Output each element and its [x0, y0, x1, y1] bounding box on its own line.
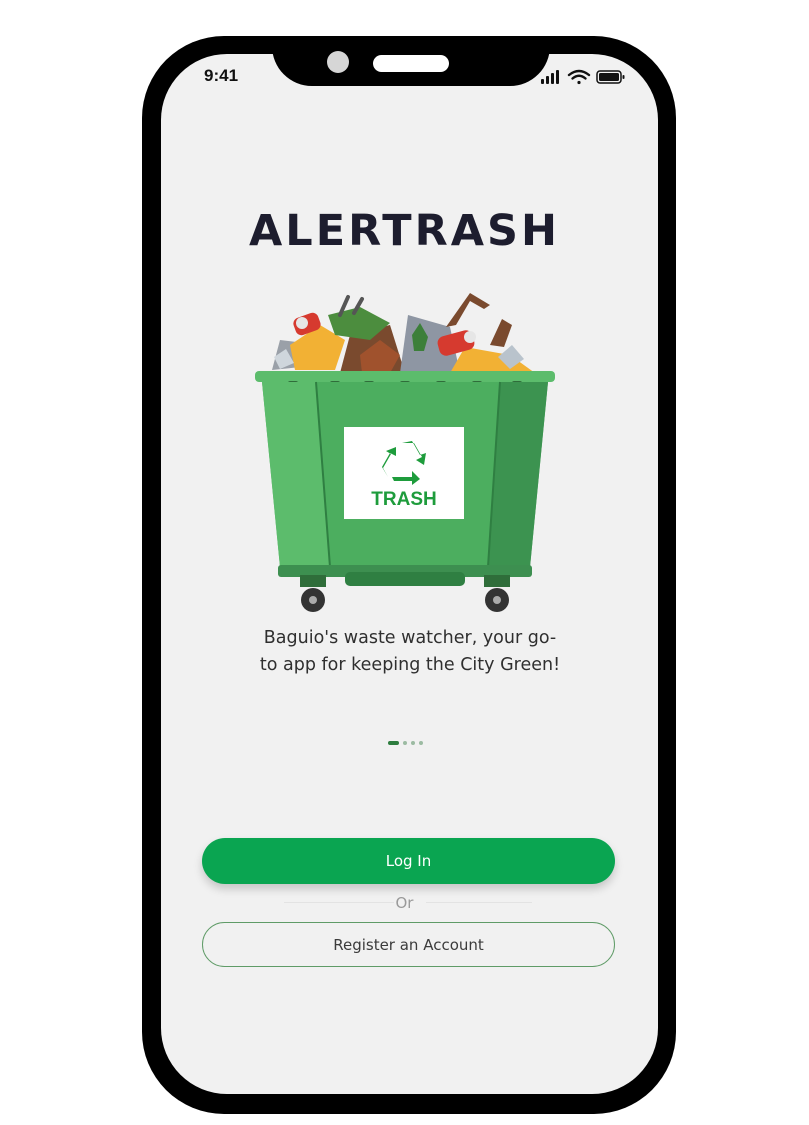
status-icons [541, 69, 625, 85]
front-camera [327, 51, 349, 73]
pager-dot [419, 741, 423, 745]
onboarding-pager [388, 741, 438, 746]
status-time: 9:41 [204, 66, 239, 85]
app-tagline: Baguio's waste watcher, your go- to app … [220, 625, 600, 679]
pager-dot [388, 741, 399, 745]
battery-icon [596, 70, 625, 84]
or-label: Or [395, 894, 414, 912]
earpiece-speaker [373, 55, 449, 72]
dumpster-lid [255, 371, 555, 382]
tagline-line-1: Baguio's waste watcher, your go- [263, 628, 557, 648]
login-button[interactable]: Log In [202, 838, 615, 884]
pager-dot [403, 741, 407, 745]
trash-sign-label: TRASH [371, 489, 436, 510]
tagline-line-2: to app for keeping the City Green! [259, 655, 561, 675]
pager-dot [411, 741, 415, 745]
dumpster-wheels [301, 588, 509, 612]
signal-icon [541, 70, 559, 84]
register-account-button[interactable]: Register an Account [202, 922, 615, 967]
app-logo-title: ALERTRASH [249, 206, 560, 256]
garbage-pile [272, 293, 535, 373]
trash-dumpster-illustration: TRASH [255, 293, 555, 612]
wifi-icon [567, 69, 591, 85]
